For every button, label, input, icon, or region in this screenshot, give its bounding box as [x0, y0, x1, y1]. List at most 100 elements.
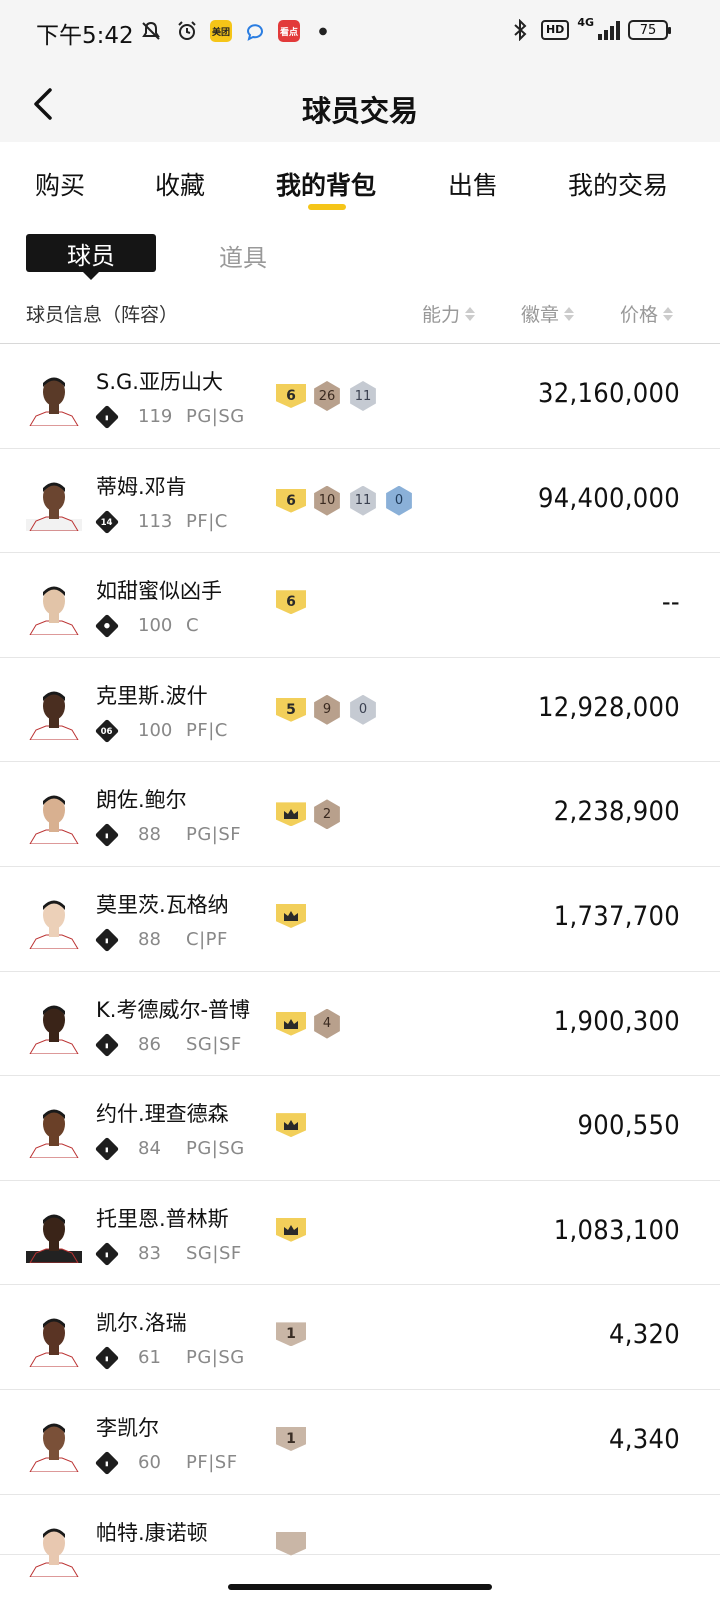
badge-hex-bronze: 4 [314, 1008, 340, 1039]
badge-hex-silver: 11 [350, 381, 376, 411]
tab-sell[interactable]: 出售 [448, 166, 498, 202]
player-name: 托里恩.普林斯 [96, 1206, 229, 1231]
battery-level: 75 [639, 22, 657, 38]
player-positions: PG|SG [186, 406, 245, 427]
tier-shield-badge: 5 [276, 697, 306, 722]
badge-hex-bronze: 9 [314, 694, 340, 725]
player-overall: 88 [138, 928, 161, 950]
tab-buy[interactable]: 购买 [35, 166, 85, 202]
player-row[interactable]: K.考德威尔-普博 ▮ 86 SG|SF 4 1,900,300 [0, 972, 720, 1077]
player-name: 如甜蜜似凶手 [96, 579, 222, 604]
hd-volte-badge: HD [540, 20, 570, 40]
player-overall: 88 [138, 824, 161, 846]
player-avatar [26, 1521, 82, 1577]
tier-shield-badge [276, 1531, 306, 1556]
player-avatar [26, 893, 82, 949]
player-row[interactable]: S.G.亚历山大 ▮ 119 PG|SG 6 26 11 32,160,000 [0, 344, 720, 449]
crown-badge-icon [276, 1217, 306, 1242]
player-overall: 113 [138, 510, 173, 532]
player-positions: PF|C [186, 510, 228, 532]
badge-hex-silver: 0 [350, 694, 376, 725]
badge-hex-bronze: 10 [314, 485, 340, 516]
column-price-label: 价格 [620, 304, 659, 326]
tab-my-backpack[interactable]: 我的背包 [276, 166, 376, 202]
player-row[interactable]: 克里斯.波什 06 100 PF|C 5 9 0 12,928,000 [0, 658, 720, 763]
tier-shield-badge: 1 [276, 1322, 306, 1347]
chat-bubble-icon [242, 18, 268, 44]
player-name: 莫里茨.瓦格纳 [96, 892, 229, 917]
player-overall: 60 [138, 1451, 161, 1473]
player-row[interactable]: 凯尔.洛瑞 ▮ 61 PG|SG 1 4,320 [0, 1285, 720, 1390]
player-name: 克里斯.波什 [96, 683, 208, 708]
player-overall: 86 [138, 1033, 161, 1055]
player-row[interactable]: 托里恩.普林斯 ▮ 83 SG|SF 1,083,100 [0, 1181, 720, 1286]
tier-shield-badge: 6 [276, 384, 306, 408]
player-row[interactable]: 帕特.康诺顿 [0, 1495, 720, 1577]
player-row[interactable]: 蒂姆.邓肯 14 113 PF|C 6 10 11 0 94,400,000 [0, 449, 720, 554]
player-price: 4,340 [608, 1423, 680, 1455]
player-avatar [26, 370, 82, 426]
player-list: S.G.亚历山大 ▮ 119 PG|SG 6 26 11 32,160,000 蒂姆.邓肯 14 1… [0, 344, 720, 1577]
jersey-number: 14 [101, 516, 113, 527]
custom-player-icon: ● [94, 614, 120, 639]
list-column-header: 球员信息（阵容） 能力 徽章 价格 [0, 286, 720, 344]
sort-by-ability[interactable]: 能力 [422, 300, 476, 327]
sort-arrows-icon [663, 306, 674, 321]
player-row[interactable]: 约什.理查德森 ▮ 84 PG|SG 900,550 [0, 1076, 720, 1181]
player-name: 李凯尔 [96, 1415, 159, 1440]
more-dot-icon: ● [318, 25, 328, 37]
main-tabs: 购买 收藏 我的背包 出售 我的交易 [0, 142, 720, 222]
player-badges [276, 903, 306, 928]
rating-diamond-icon: 06 [94, 718, 120, 743]
subtab-players[interactable]: 球员 [26, 234, 156, 280]
player-positions: PF|C [186, 719, 228, 741]
rating-diamond-icon: 14 [94, 509, 120, 534]
player-row[interactable]: 如甜蜜似凶手 ● 100 C 6 -- [0, 553, 720, 658]
rating-diamond-icon: ▮ [94, 404, 120, 430]
sort-by-badges[interactable]: 徽章 [521, 300, 575, 327]
player-positions: C [186, 615, 200, 637]
player-badges: 6 [276, 590, 306, 615]
jersey-number: 06 [101, 725, 113, 736]
bluetooth-icon [507, 17, 533, 43]
player-badges: 6 10 11 0 [276, 485, 414, 516]
rating-diamond-icon: ▮ [94, 1032, 120, 1057]
player-row[interactable]: 莫里茨.瓦格纳 ▮ 88 C|PF 1,737,700 [0, 867, 720, 972]
battery-icon: 75 [628, 20, 671, 40]
player-positions: SG|SF [186, 1242, 242, 1264]
player-overall: 100 [138, 719, 173, 741]
player-name: 朗佐.鲍尔 [96, 788, 187, 813]
status-notification-icons: 美团 看点 ● [138, 18, 336, 44]
player-price: 94,400,000 [537, 482, 680, 514]
player-badges: 590 [276, 694, 378, 725]
rating-diamond-icon: ▮ [94, 823, 120, 848]
player-avatar [26, 998, 82, 1054]
player-avatar [26, 684, 82, 740]
player-price: -- [661, 587, 680, 619]
badge-hex-bronze: 26 [314, 381, 340, 411]
tab-my-trades[interactable]: 我的交易 [568, 166, 668, 202]
player-row[interactable]: 朗佐.鲍尔 ▮ 88 PG|SF 2 2,238,900 [0, 762, 720, 867]
home-indicator[interactable] [228, 1584, 492, 1590]
player-avatar [26, 579, 82, 636]
player-name: K.考德威尔-普博 [96, 997, 251, 1022]
signal-strength-icon [598, 20, 620, 40]
rating-diamond-icon: ▮ [94, 1241, 120, 1266]
player-badges: 1 [276, 1322, 306, 1347]
player-positions: PG|SG [186, 1347, 245, 1369]
sort-by-price[interactable]: 价格 [620, 300, 674, 327]
alarm-clock-icon [174, 18, 200, 44]
player-badges: 2 [276, 799, 342, 830]
kandian-app-icon: 看点 [278, 20, 300, 42]
player-row[interactable]: 李凯尔 ▮ 60 PF|SF 1 4,340 [0, 1390, 720, 1495]
crown-badge-icon [276, 1113, 306, 1138]
subtab-items[interactable]: 道具 [219, 238, 267, 273]
tab-favorites[interactable]: 收藏 [155, 166, 205, 202]
status-time: 下午5:42 [36, 23, 134, 49]
player-name: 帕特.康诺顿 [96, 1520, 208, 1545]
active-tab-indicator [308, 204, 346, 210]
player-name: 约什.理查德森 [96, 1102, 229, 1127]
crown-badge-icon [276, 802, 306, 827]
meituan-app-icon: 美团 [210, 20, 232, 42]
badge-hex-silver: 11 [350, 485, 376, 516]
